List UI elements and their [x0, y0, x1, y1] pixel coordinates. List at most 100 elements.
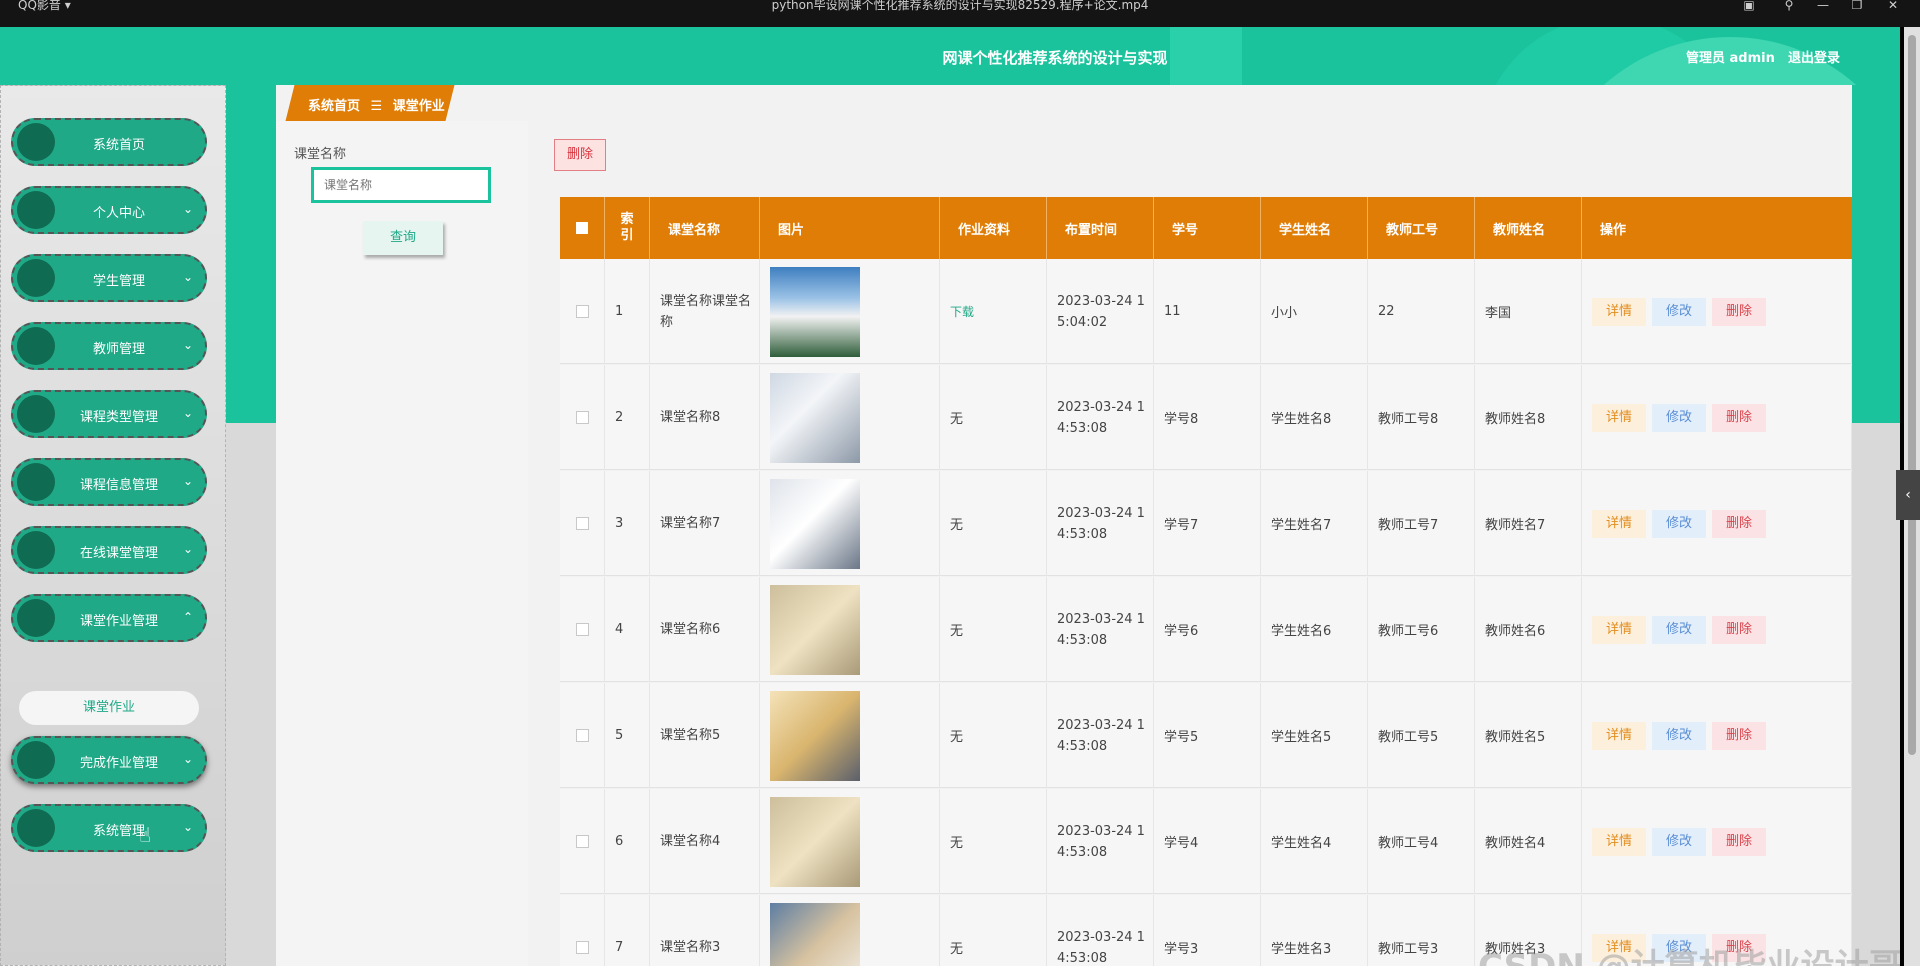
- pin-icon[interactable]: ⚲: [1778, 0, 1800, 14]
- row-sname-cell: 小小: [1261, 259, 1368, 364]
- side-panel-toggle-icon[interactable]: ‹: [1896, 470, 1920, 520]
- row-thumbnail[interactable]: [770, 796, 860, 887]
- edit-button[interactable]: 修改: [1652, 297, 1706, 326]
- cell-text: 教师工号3: [1378, 942, 1439, 957]
- menu-circle-icon: [17, 191, 55, 229]
- logout-link[interactable]: 退出登录: [1788, 47, 1840, 66]
- sidebar-item-online-class[interactable]: 在线课堂管理 ⌄: [11, 526, 207, 574]
- detail-button[interactable]: 详情: [1592, 403, 1646, 432]
- row-sname-cell: 学生姓名5: [1261, 683, 1368, 788]
- edit-button[interactable]: 修改: [1652, 721, 1706, 750]
- delete-button[interactable]: 删除: [1712, 615, 1766, 644]
- maximize-icon[interactable]: ❐: [1846, 0, 1868, 14]
- row-thumbnail[interactable]: [770, 478, 860, 569]
- header-select-all[interactable]: [560, 197, 605, 259]
- pip-icon[interactable]: ▣: [1738, 0, 1760, 14]
- scroll-thumb[interactable]: [1908, 35, 1916, 755]
- row-idx-cell: 4: [605, 577, 650, 682]
- sidebar-item-course-info[interactable]: 课程信息管理 ⌄: [11, 458, 207, 506]
- row-material-cell: 无: [940, 789, 1047, 894]
- row-checkbox[interactable]: [575, 941, 589, 954]
- delete-button[interactable]: 删除: [1712, 403, 1766, 432]
- header: 网课个性化推荐系统的设计与实现 管理员 admin 退出登录: [0, 27, 1900, 85]
- batch-delete-button[interactable]: 删除: [554, 139, 606, 171]
- row-select-cell: [560, 471, 605, 576]
- row-checkbox[interactable]: [575, 729, 589, 742]
- row-checkbox[interactable]: [575, 517, 589, 530]
- detail-button[interactable]: 详情: [1592, 827, 1646, 856]
- cell-text: 教师工号6: [1378, 624, 1439, 639]
- row-tname-cell: 教师姓名8: [1475, 365, 1582, 470]
- row-thumbnail[interactable]: [770, 584, 860, 675]
- table-row: 6 课堂名称4 无 2023-03-24 14:53:08 学号4 学生姓名4 教师工号4 教…: [560, 789, 1852, 894]
- edit-button[interactable]: 修改: [1652, 403, 1706, 432]
- edit-button[interactable]: 修改: [1652, 509, 1706, 538]
- sidebar-item-home[interactable]: 系统首页: [11, 118, 207, 166]
- row-thumbnail[interactable]: [770, 266, 860, 357]
- breadcrumb-current: 课堂作业: [392, 99, 445, 114]
- row-sno-cell: 学号5: [1154, 683, 1261, 788]
- detail-button[interactable]: 详情: [1592, 509, 1646, 538]
- row-checkbox[interactable]: [575, 623, 589, 636]
- row-thumbnail[interactable]: [770, 690, 860, 781]
- cell-text: 11: [1164, 304, 1181, 319]
- chevron-down-icon: ⌄: [182, 270, 193, 284]
- cell-text: 教师姓名6: [1485, 624, 1546, 639]
- cell-text: 2: [615, 410, 624, 425]
- cell-text: 2023-03-24 14:53:08: [1057, 823, 1145, 860]
- row-thumbnail[interactable]: [770, 372, 860, 463]
- row-thumbnail[interactable]: [770, 902, 860, 966]
- row-tname-cell: 教师姓名4: [1475, 789, 1582, 894]
- close-icon[interactable]: ✕: [1882, 0, 1904, 14]
- row-sname-cell: 学生姓名8: [1261, 365, 1368, 470]
- table-row: 2 课堂名称8 无 2023-03-24 14:53:08 学号8 学生姓名8 教师工号8 教…: [560, 365, 1852, 470]
- select-all-checkbox[interactable]: [576, 222, 588, 234]
- chevron-up-icon: ⌃: [182, 610, 193, 624]
- cell-text: 学生姓名5: [1271, 730, 1332, 745]
- sidebar-item-personal[interactable]: 个人中心 ⌄: [11, 186, 207, 234]
- row-tno-cell: 教师工号7: [1368, 471, 1475, 576]
- row-tno-cell: 22: [1368, 259, 1475, 364]
- row-time-cell: 2023-03-24 14:53:08: [1047, 365, 1154, 470]
- query-button[interactable]: 查询: [363, 221, 443, 255]
- menu-circle-icon: [17, 395, 55, 433]
- sidebar-item-homework[interactable]: 课堂作业管理 ⌃: [11, 594, 207, 642]
- header-image: 图片: [760, 197, 940, 259]
- delete-button[interactable]: 删除: [1712, 297, 1766, 326]
- cell-text: 无: [950, 412, 964, 427]
- cell-text: 3: [615, 516, 624, 531]
- sidebar-item-system[interactable]: 系统管理 ⌄: [11, 804, 207, 852]
- cell-text: 无: [950, 942, 964, 957]
- row-checkbox[interactable]: [575, 835, 589, 848]
- delete-button[interactable]: 删除: [1712, 509, 1766, 538]
- sidebar-item-course-types[interactable]: 课程类型管理 ⌄: [11, 390, 207, 438]
- detail-button[interactable]: 详情: [1592, 297, 1646, 326]
- row-tno-cell: 教师工号3: [1368, 895, 1475, 966]
- sidebar-item-completed-homework[interactable]: 完成作业管理 ⌄: [11, 736, 207, 784]
- row-actions-cell: 详情 修改 删除: [1582, 259, 1852, 364]
- search-input[interactable]: [311, 167, 491, 203]
- edit-button[interactable]: 修改: [1652, 827, 1706, 856]
- header-material: 作业资料: [940, 197, 1047, 259]
- sidebar-item-students[interactable]: 学生管理 ⌄: [11, 254, 207, 302]
- delete-button[interactable]: 删除: [1712, 721, 1766, 750]
- submenu-item-homework[interactable]: 课堂作业: [19, 691, 199, 725]
- row-name-cell: 课堂名称4: [650, 789, 760, 894]
- row-name-cell: 课堂名称5: [650, 683, 760, 788]
- app-window: 网课个性化推荐系统的设计与实现 管理员 admin 退出登录 系统首页 个人中心…: [0, 27, 1900, 966]
- breadcrumb-home[interactable]: 系统首页: [308, 99, 360, 114]
- watermark: CSDN @计算机毕业设计哥: [1478, 939, 1900, 966]
- row-checkbox[interactable]: [575, 411, 589, 424]
- cell-text: 无: [950, 836, 964, 851]
- download-link[interactable]: 下载: [950, 303, 974, 320]
- row-time-cell: 2023-03-24 14:53:08: [1047, 471, 1154, 576]
- sidebar-item-teachers[interactable]: 教师管理 ⌄: [11, 322, 207, 370]
- edit-button[interactable]: 修改: [1652, 615, 1706, 644]
- minimize-icon[interactable]: —: [1812, 0, 1834, 14]
- detail-button[interactable]: 详情: [1592, 721, 1646, 750]
- detail-button[interactable]: 详情: [1592, 615, 1646, 644]
- row-tno-cell: 教师工号6: [1368, 577, 1475, 682]
- delete-button[interactable]: 删除: [1712, 827, 1766, 856]
- row-checkbox[interactable]: [575, 305, 589, 318]
- row-material-cell: 无: [940, 577, 1047, 682]
